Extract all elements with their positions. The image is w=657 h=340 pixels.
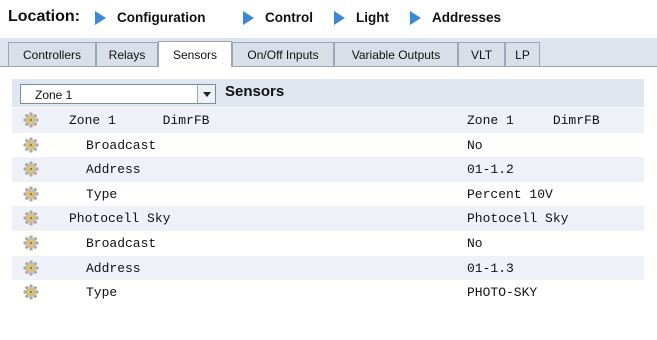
breadcrumb: Location: Configuration Control Light Ad… [0,0,535,38]
row-value: 01-1.3 [467,260,514,276]
gear-icon[interactable] [23,235,39,251]
sensor-list: Zone 1 DimrFB Zone 1 DimrFB Broadcast No Add… [12,108,644,305]
row-value: No [467,137,483,153]
row-name: Broadcast [86,235,157,251]
row-name: Type [86,285,118,301]
breadcrumb-light[interactable]: Light [334,10,389,25]
tab-relays[interactable]: Relays [96,42,158,66]
row-name: Zone 1 DimrFB [69,113,210,128]
breadcrumb-arrow-icon [334,10,345,25]
row-value: PHOTO-SKY [467,285,538,301]
gear-icon[interactable] [23,112,39,128]
sensors-panel: Zone 1 Sensors Zone 1 DimrFB Zone 1 DimrF… [0,67,657,340]
chevron-down-icon[interactable] [197,85,215,103]
breadcrumb-addresses[interactable]: Addresses [410,10,501,25]
table-row[interactable]: Type PHOTO-SKY [12,280,644,305]
location-label: Location: [8,8,80,25]
tab-strip: Controllers Relays Sensors On/Off Inputs… [0,38,657,67]
gear-icon[interactable] [23,210,39,226]
breadcrumb-configuration[interactable]: Configuration [95,10,205,25]
tab-vlt[interactable]: VLT [458,42,505,66]
row-value: 01-1.2 [467,162,514,178]
row-value: Zone 1 DimrFB [467,113,600,128]
table-row[interactable]: Address 01-1.3 [12,255,644,281]
table-row[interactable]: Type Percent 10V [12,182,644,207]
gear-icon[interactable] [23,161,39,177]
row-name: Address [86,162,141,178]
table-row[interactable]: Broadcast No [12,231,644,256]
panel-title: Sensors [225,83,285,100]
row-name: Type [86,186,118,202]
breadcrumb-control[interactable]: Control [243,10,313,25]
row-value: No [467,235,483,251]
table-row[interactable]: Photocell Sky Photocell Sky [12,206,644,231]
zone-select[interactable]: Zone 1 [20,84,216,104]
tab-on-off-inputs[interactable]: On/Off Inputs [232,42,334,66]
table-row[interactable]: Zone 1 DimrFB Zone 1 DimrFB [12,108,644,133]
row-name: Photocell Sky [69,211,171,227]
table-row[interactable]: Broadcast No [12,133,644,158]
gear-icon[interactable] [23,137,39,153]
gear-icon[interactable] [23,260,39,276]
gear-icon[interactable] [23,186,39,202]
breadcrumb-arrow-icon [410,10,421,25]
tab-variable-outputs[interactable]: Variable Outputs [334,42,458,66]
panel-toolbar: Zone 1 Sensors [12,79,644,107]
row-name: Address [86,260,141,276]
row-value: Photocell Sky [467,211,569,227]
row-value: Percent 10V [467,186,553,202]
tab-controllers[interactable]: Controllers [8,42,96,66]
tab-lp[interactable]: LP [505,42,540,66]
zone-select-value: Zone 1 [35,88,73,102]
breadcrumb-arrow-icon [95,10,106,25]
gear-icon[interactable] [23,284,39,300]
tab-sensors[interactable]: Sensors [158,41,232,67]
table-row[interactable]: Address 01-1.2 [12,157,644,182]
breadcrumb-arrow-icon [243,10,254,25]
row-name: Broadcast [86,137,157,153]
